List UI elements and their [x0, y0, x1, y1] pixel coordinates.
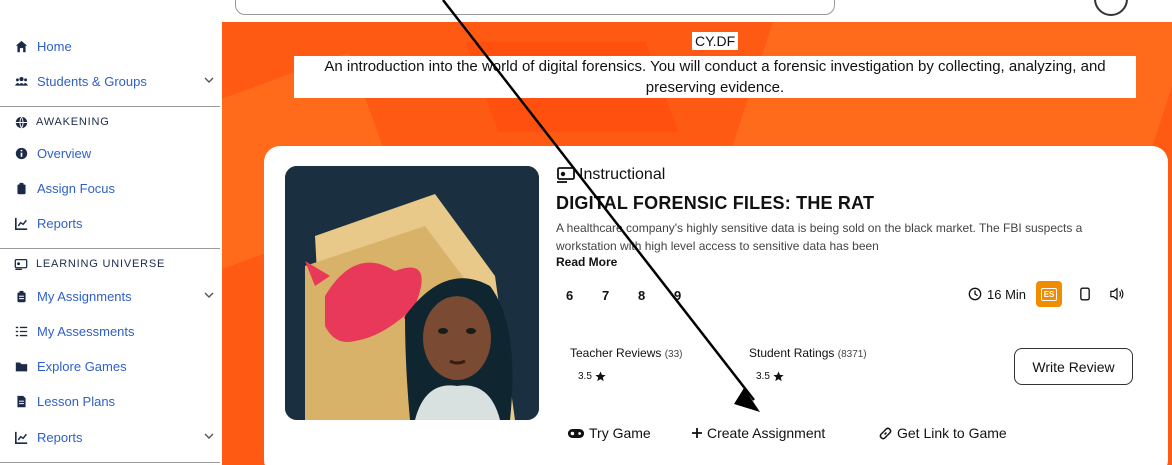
sidebar-item-label: Explore Games [37, 358, 127, 374]
sidebar-item-label: My Assessments [37, 323, 135, 339]
grade-level: 9 [674, 288, 682, 303]
sidebar-item-label: Lesson Plans [37, 393, 116, 409]
chevron-down-icon [204, 433, 214, 439]
sidebar-item-reports-2[interactable]: Reports [14, 426, 219, 448]
star-icon [595, 371, 606, 382]
sidebar-item-label: Students & Groups [37, 73, 147, 89]
student-ratings-label: Student Ratings [749, 346, 835, 360]
sidebar-divider [0, 106, 220, 107]
link-icon [879, 427, 892, 439]
chart-icon [14, 430, 28, 444]
globe-icon [14, 115, 28, 129]
grade-level: 7 [602, 288, 610, 303]
sidebar-item-label: Overview [37, 145, 92, 161]
try-game-button[interactable]: Try Game [567, 425, 651, 441]
search-bar[interactable] [235, 0, 835, 15]
teacher-reviews-count: (33) [664, 349, 683, 360]
grade-level: 6 [566, 288, 574, 303]
sidebar-item-reports[interactable]: Reports [14, 212, 219, 234]
game-type: Instructional [556, 166, 665, 184]
duration-label: 16 Min [987, 286, 1027, 302]
home-icon [14, 39, 28, 53]
sidebar-divider [0, 462, 220, 463]
section-label: LEARNING UNIVERSE [36, 258, 166, 270]
info-icon [14, 146, 28, 160]
section-label: AWAKENING [36, 116, 110, 128]
spanish-language-badge: ES [1036, 281, 1063, 307]
sidebar-item-my-assignments[interactable]: My Assignments [14, 285, 219, 307]
sidebar-item-label: Reports [37, 429, 83, 445]
book-icon [14, 257, 28, 271]
users-icon [14, 74, 28, 88]
game-type-label: Instructional [579, 166, 666, 183]
list-icon [14, 324, 28, 338]
game-title: DIGITAL FORENSIC FILES: THE RAT [556, 193, 875, 213]
read-more-link[interactable]: Read More [556, 255, 617, 269]
grade-level: 8 [638, 288, 646, 303]
user-avatar[interactable] [1094, 0, 1128, 16]
sidebar: Home Students & Groups AWAKENING Overvie… [0, 0, 222, 465]
sidebar-item-label: Reports [37, 215, 83, 231]
get-link-button[interactable]: Get Link to Game [878, 425, 1007, 441]
student-ratings[interactable]: Student Ratings (8371) [749, 346, 867, 360]
sidebar-item-lesson-plans[interactable]: Lesson Plans [14, 390, 219, 412]
chart-icon [14, 216, 28, 230]
sidebar-item-assign-focus[interactable]: Assign Focus [14, 177, 219, 199]
sidebar-item-overview[interactable]: Overview [14, 142, 219, 164]
sidebar-item-explore-games[interactable]: Explore Games [14, 355, 219, 377]
sidebar-divider [0, 248, 220, 249]
try-game-label: Try Game [589, 425, 651, 441]
sidebar-item-home[interactable]: Home [14, 35, 219, 57]
clipboard-icon [14, 289, 28, 303]
teacher-reviews[interactable]: Teacher Reviews (33) [570, 346, 683, 360]
clock-icon [968, 287, 982, 301]
chevron-down-icon [204, 292, 214, 298]
teacher-rating: 3.5 [578, 371, 606, 382]
duration: 16 Min [968, 287, 1026, 302]
gamepad-icon [567, 428, 585, 438]
phone-icon [1076, 285, 1094, 303]
hero-description: An introduction into the world of digita… [294, 56, 1136, 98]
teacher-rating-value: 3.5 [578, 371, 592, 382]
plus-icon [692, 428, 702, 438]
student-rating: 3.5 [756, 371, 784, 382]
sidebar-item-label: Assign Focus [37, 180, 116, 196]
write-review-button[interactable]: Write Review [1014, 348, 1133, 385]
create-assignment-label: Create Assignment [707, 425, 826, 441]
chevron-down-icon [204, 77, 214, 83]
teacher-reviews-label: Teacher Reviews [570, 346, 662, 360]
folder-icon [14, 359, 28, 373]
student-rating-value: 3.5 [756, 371, 770, 382]
star-icon [773, 371, 784, 382]
student-ratings-count: (8371) [837, 349, 867, 360]
grade-levels: 6 7 8 9 [566, 288, 710, 303]
create-assignment-button[interactable]: Create Assignment [691, 425, 825, 441]
sidebar-item-students-groups[interactable]: Students & Groups [14, 70, 219, 92]
sidebar-item-my-assessments[interactable]: My Assessments [14, 320, 219, 342]
sidebar-item-label: Home [37, 38, 72, 54]
get-link-label: Get Link to Game [897, 425, 1007, 441]
book-icon [557, 167, 575, 183]
game-description: A healthcare company's highly sensitive … [556, 221, 1083, 253]
file-icon [14, 394, 28, 408]
section-learning-universe: LEARNING UNIVERSE [14, 257, 165, 271]
sidebar-item-label: My Assignments [37, 288, 132, 304]
hero-title: CY.DF [692, 32, 739, 50]
speaker-icon [1108, 285, 1126, 303]
clipboard-icon [14, 181, 28, 195]
section-awakening: AWAKENING [14, 115, 110, 129]
language-badge-label: ES [1040, 287, 1058, 301]
game-meta: 16 Min ES [968, 281, 1140, 307]
game-thumbnail [285, 166, 539, 420]
